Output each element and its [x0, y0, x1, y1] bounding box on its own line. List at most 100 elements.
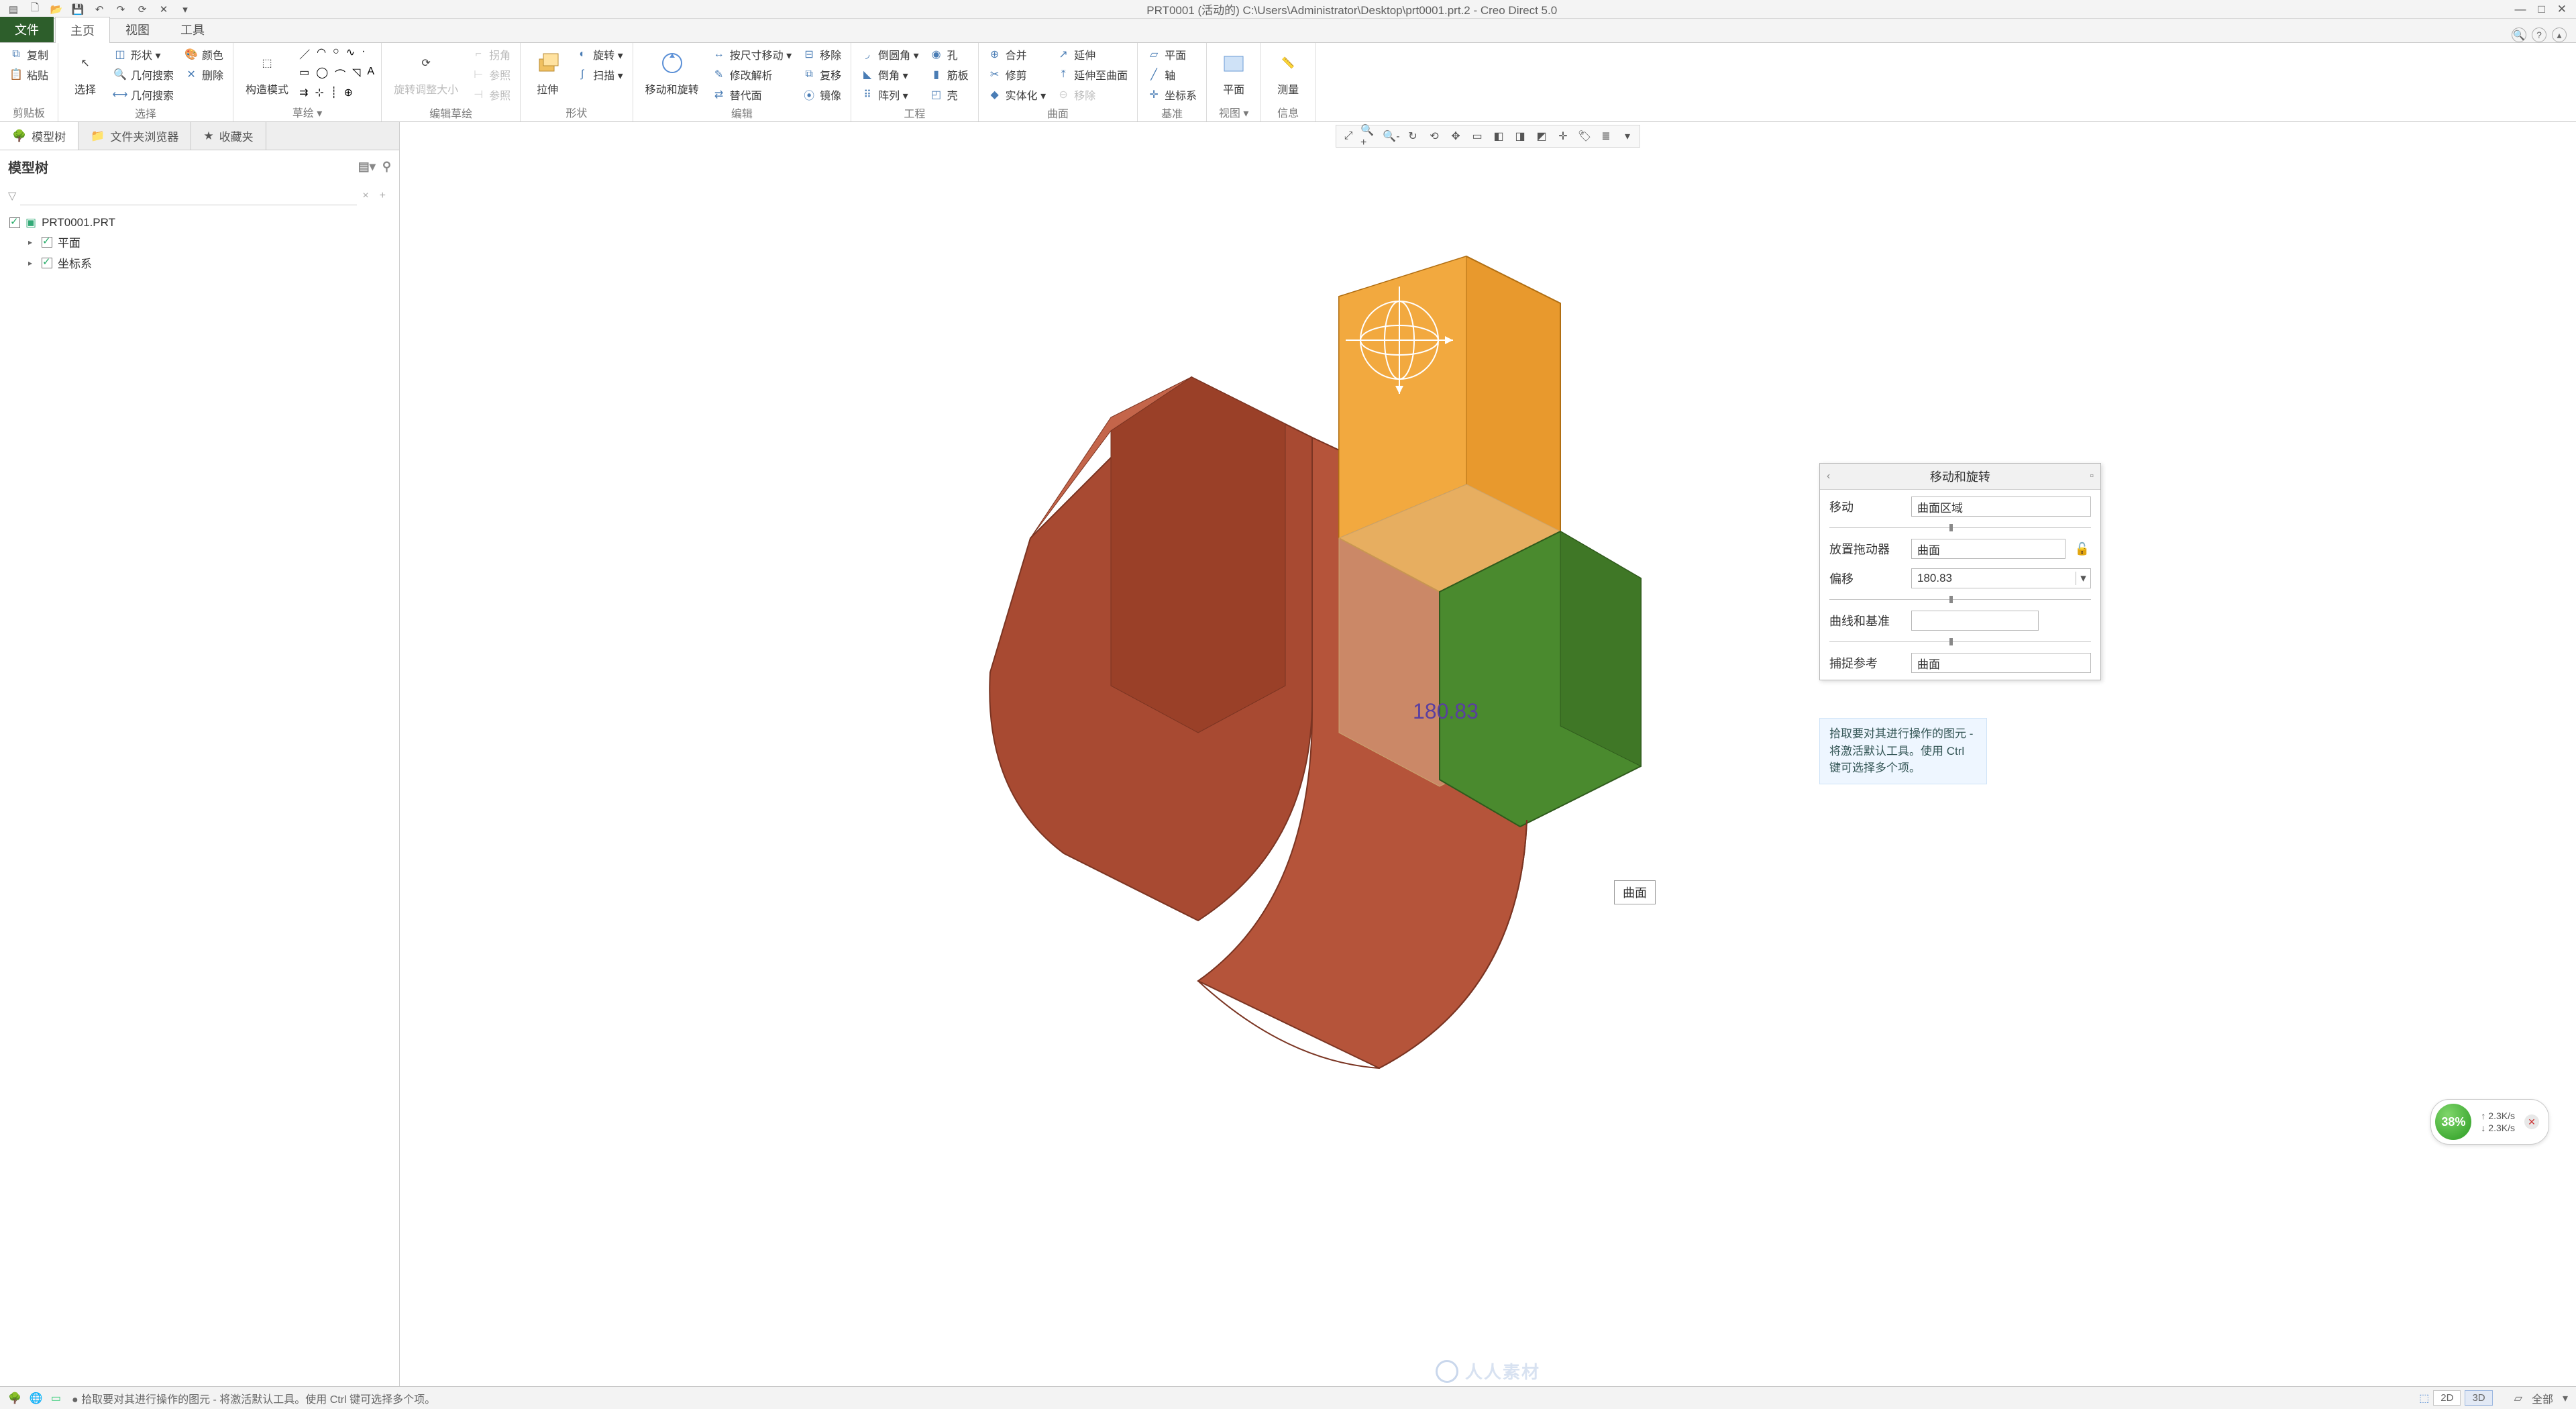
offset-field[interactable]: 180.83 ▾	[1911, 568, 2091, 588]
vt-zoomin-icon[interactable]: 🔍+	[1360, 127, 1380, 145]
tree-search-input[interactable]	[20, 187, 357, 205]
move-rotate-button[interactable]: 移动和旋转	[640, 46, 704, 99]
filter-dropdown-icon[interactable]: ▾	[2563, 1392, 2568, 1405]
vt-persp-icon[interactable]: ◩	[1532, 127, 1552, 145]
tree-tab-folder[interactable]: 📁文件夹浏览器	[78, 122, 191, 150]
offset-dropdown-icon[interactable]: ▾	[2076, 572, 2090, 585]
tree-settings-icon[interactable]: ▤▾	[358, 160, 376, 174]
maximize-button[interactable]: □	[2538, 3, 2544, 16]
project-icon[interactable]: ⊹	[315, 86, 323, 99]
round-button[interactable]: ◞倒圆角 ▾	[858, 46, 921, 63]
remove-button[interactable]: ⊟移除	[800, 46, 844, 63]
vt-more-icon[interactable]: ▾	[1617, 127, 1638, 145]
performance-widget[interactable]: 38% ↑ 2.3K/s↓ 2.3K/s ✕	[2430, 1099, 2549, 1145]
sweep-button[interactable]: ∫扫描 ▾	[573, 66, 625, 83]
vt-pan-icon[interactable]: ✥	[1446, 127, 1466, 145]
sb-tree-icon[interactable]: 🌳	[8, 1392, 21, 1405]
qat-dropdown-icon[interactable]: ▾	[177, 3, 193, 16]
checkbox-icon[interactable]	[42, 237, 52, 248]
vt-zoomout-icon[interactable]: 🔍-	[1381, 127, 1401, 145]
rib-button[interactable]: ▮筋板	[927, 66, 971, 83]
vt-spin-icon[interactable]: ⟲	[1424, 127, 1444, 145]
shape-button[interactable]: ◫形状 ▾	[111, 46, 176, 63]
perf-close-icon[interactable]: ✕	[2524, 1114, 2539, 1129]
qat-undo-icon[interactable]: ↶	[91, 3, 107, 16]
delete-button[interactable]: ✕删除	[182, 66, 226, 83]
qat-close-icon[interactable]: ✕	[156, 3, 172, 16]
help-icon[interactable]: ?	[2532, 28, 2546, 42]
tree-tab-model[interactable]: 🌳模型树	[0, 122, 78, 150]
tree-item-csys[interactable]: ▸坐标系	[9, 252, 390, 273]
extrude-button[interactable]: 拉伸	[527, 46, 568, 99]
fillet-icon[interactable]: ⌒	[335, 66, 345, 82]
text-icon[interactable]: A	[367, 66, 374, 82]
close-button[interactable]: ✕	[2557, 3, 2567, 16]
checkbox-icon[interactable]	[9, 217, 20, 228]
snap-field[interactable]: 曲面	[1911, 653, 2091, 673]
vt-style-icon[interactable]: ◨	[1510, 127, 1530, 145]
tools-tab[interactable]: 工具	[165, 16, 220, 42]
pattern-button[interactable]: ⠿阵列 ▾	[858, 86, 921, 103]
ellipse-icon[interactable]: ◯	[316, 66, 328, 82]
paste-button[interactable]: 📋粘贴	[7, 66, 51, 83]
view-plane-button[interactable]: 平面	[1214, 46, 1254, 99]
qat-regen-icon[interactable]: ⟳	[134, 3, 150, 16]
qat-open-icon[interactable]: 📂	[48, 3, 64, 16]
shell-button[interactable]: ◰壳	[927, 86, 971, 103]
lock-icon[interactable]: 🔓	[2074, 540, 2091, 558]
revolve-button[interactable]: ◐旋转 ▾	[573, 46, 625, 63]
dimsearch-button[interactable]: ⟷几何搜索	[111, 86, 176, 103]
move-field[interactable]: 曲面区域	[1911, 497, 2091, 517]
mirror-button[interactable]: ⦿镜像	[800, 86, 844, 103]
centerline-icon[interactable]: ┊	[331, 86, 337, 99]
chamfer2-button[interactable]: ◣倒角 ▾	[858, 66, 921, 83]
status-filter[interactable]: 全部	[2526, 1390, 2559, 1406]
file-tab[interactable]: 文件	[0, 17, 54, 42]
circle-icon[interactable]: ○	[333, 46, 339, 62]
replace-face-button[interactable]: ⇄替代面	[710, 86, 794, 103]
vt-repaint-icon[interactable]: ↻	[1403, 127, 1423, 145]
tree-search-clear[interactable]: ×	[357, 190, 374, 202]
curve-field[interactable]	[1911, 611, 2039, 631]
spline-icon[interactable]: ∿	[346, 46, 355, 62]
vt-saved-icon[interactable]: ◧	[1489, 127, 1509, 145]
rect-icon[interactable]: ▭	[299, 66, 309, 82]
geosearch-button[interactable]: 🔍几何搜索	[111, 66, 176, 83]
point-icon[interactable]: ·	[362, 46, 365, 62]
vt-refit-icon[interactable]: ⤢	[1338, 127, 1358, 145]
slider-2[interactable]	[1829, 599, 2091, 600]
dim-move-button[interactable]: ↔按尺寸移动 ▾	[710, 46, 794, 63]
expand-icon[interactable]: ▸	[28, 238, 36, 247]
sb-window-icon[interactable]: ▭	[51, 1392, 61, 1405]
line-icon[interactable]: ／	[299, 46, 310, 62]
view-2d-button[interactable]: 2D	[2433, 1390, 2461, 1406]
dragger-field[interactable]: 曲面	[1911, 539, 2065, 559]
construct-mode-button[interactable]: ⬚构造模式	[240, 46, 294, 99]
slider-3[interactable]	[1829, 641, 2091, 642]
tree-filter-icon[interactable]: ⚲	[382, 160, 391, 174]
sb-geom-icon[interactable]: ⬚	[2419, 1392, 2429, 1405]
slider-1[interactable]	[1829, 527, 2091, 528]
tree-tab-fav[interactable]: ★收藏夹	[191, 122, 266, 150]
help-search-icon[interactable]: 🔍	[2512, 28, 2526, 42]
panel-title-bar[interactable]: ‹ 移动和旋转 ▫	[1820, 464, 2100, 490]
trim-surf-button[interactable]: ✂修剪	[985, 66, 1049, 83]
checkbox-icon[interactable]	[42, 258, 52, 268]
datum-axis-button[interactable]: ╱轴	[1144, 66, 1199, 83]
qat-redo-icon[interactable]: ↷	[113, 3, 129, 16]
view-tab[interactable]: 视图	[110, 16, 165, 42]
merge-button[interactable]: ⊕合并	[985, 46, 1049, 63]
tree-root[interactable]: ▣PRT0001.PRT	[9, 214, 390, 231]
sb-browser-icon[interactable]: 🌐	[30, 1392, 43, 1405]
offset-icon[interactable]: ⇉	[299, 86, 308, 99]
copy-move-button[interactable]: ⧉复移	[800, 66, 844, 83]
panel-prev-icon[interactable]: ‹	[1827, 470, 1830, 482]
copy-button[interactable]: ⧉复制	[7, 46, 51, 63]
panel-pin-icon[interactable]: ▫	[2090, 470, 2094, 482]
graphics-viewport[interactable]: ⤢ 🔍+ 🔍- ↻ ⟲ ✥ ▭ ◧ ◨ ◩ ✛ 🏷 ≣ ▾	[400, 122, 2576, 1386]
analyze-button[interactable]: ✎修改解析	[710, 66, 794, 83]
datum-plane-button[interactable]: ▱平面	[1144, 46, 1199, 63]
measure-button[interactable]: 📏测量	[1268, 46, 1308, 99]
extend-button[interactable]: ↗延伸	[1054, 46, 1130, 63]
expand-icon[interactable]: ▸	[28, 258, 36, 268]
